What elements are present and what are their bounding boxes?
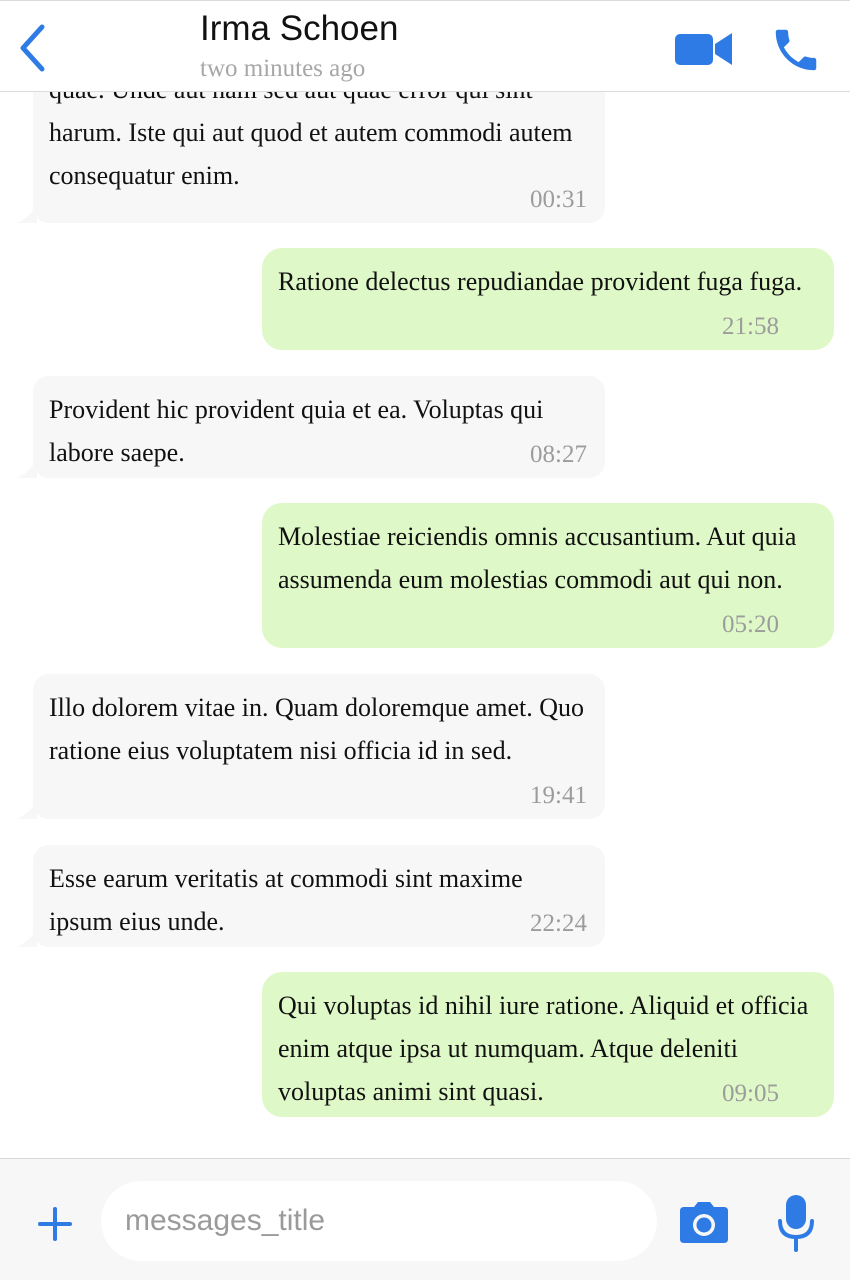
- add-attachment-button[interactable]: [36, 1205, 74, 1243]
- message-text: Esse earum veritatis at commodi sint max…: [49, 864, 523, 936]
- plus-icon: [38, 1207, 72, 1241]
- message-timestamp: 08:27: [530, 441, 587, 468]
- message-text: Provident hic provident quia et ea. Volu…: [49, 395, 544, 467]
- message-timestamp: 05:20: [722, 611, 779, 638]
- chat-header: Irma Schoen two minutes ago: [0, 0, 850, 92]
- outgoing-message[interactable]: Qui voluptas id nihil iure ratione. Aliq…: [262, 972, 834, 1117]
- bubble-tail: [17, 203, 37, 223]
- outgoing-message[interactable]: Molestiae reiciendis omnis accusantium. …: [262, 503, 834, 648]
- composer-bar: [0, 1158, 850, 1280]
- last-seen-status: two minutes ago: [200, 55, 366, 82]
- video-camera-icon: [675, 33, 732, 65]
- voice-record-button[interactable]: [776, 1193, 816, 1253]
- camera-icon: [680, 1202, 728, 1243]
- message-text: Illo dolorem vitae in. Quam doloremque a…: [49, 693, 585, 765]
- outgoing-message[interactable]: Ratione delectus repudiandae provident f…: [262, 248, 834, 350]
- incoming-message[interactable]: Illo dolorem vitae in. Quam doloremque a…: [17, 674, 605, 819]
- video-call-button[interactable]: [674, 29, 734, 69]
- bubble-tail: [17, 458, 37, 478]
- phone-icon: [775, 29, 817, 71]
- message-text: Ratione delectus repudiandae provident f…: [278, 267, 803, 296]
- message-text: quae. Unde aut nam sed aut quae error qu…: [49, 92, 573, 190]
- voice-call-button[interactable]: [768, 23, 824, 77]
- message-timestamp: 21:58: [722, 313, 779, 340]
- incoming-message[interactable]: Provident hic provident quia et ea. Volu…: [17, 376, 605, 478]
- incoming-message[interactable]: quae. Unde aut nam sed aut quae error qu…: [17, 92, 605, 223]
- chevron-left-icon: [20, 24, 45, 72]
- back-button[interactable]: [14, 23, 54, 73]
- message-timestamp: 09:05: [722, 1080, 779, 1107]
- microphone-icon: [778, 1195, 814, 1252]
- bubble-tail: [17, 927, 37, 947]
- message-text: Molestiae reiciendis omnis accusantium. …: [278, 522, 797, 594]
- incoming-message[interactable]: Esse earum veritatis at commodi sint max…: [17, 845, 605, 947]
- camera-button[interactable]: [678, 1201, 730, 1245]
- message-input[interactable]: [101, 1181, 657, 1261]
- bubble-tail: [17, 799, 37, 819]
- message-timestamp: 00:31: [530, 186, 587, 213]
- message-timestamp: 22:24: [530, 910, 587, 937]
- message-timestamp: 19:41: [530, 782, 587, 809]
- contact-name[interactable]: Irma Schoen: [200, 9, 398, 49]
- message-thread[interactable]: quae. Unde aut nam sed aut quae error qu…: [0, 92, 850, 1158]
